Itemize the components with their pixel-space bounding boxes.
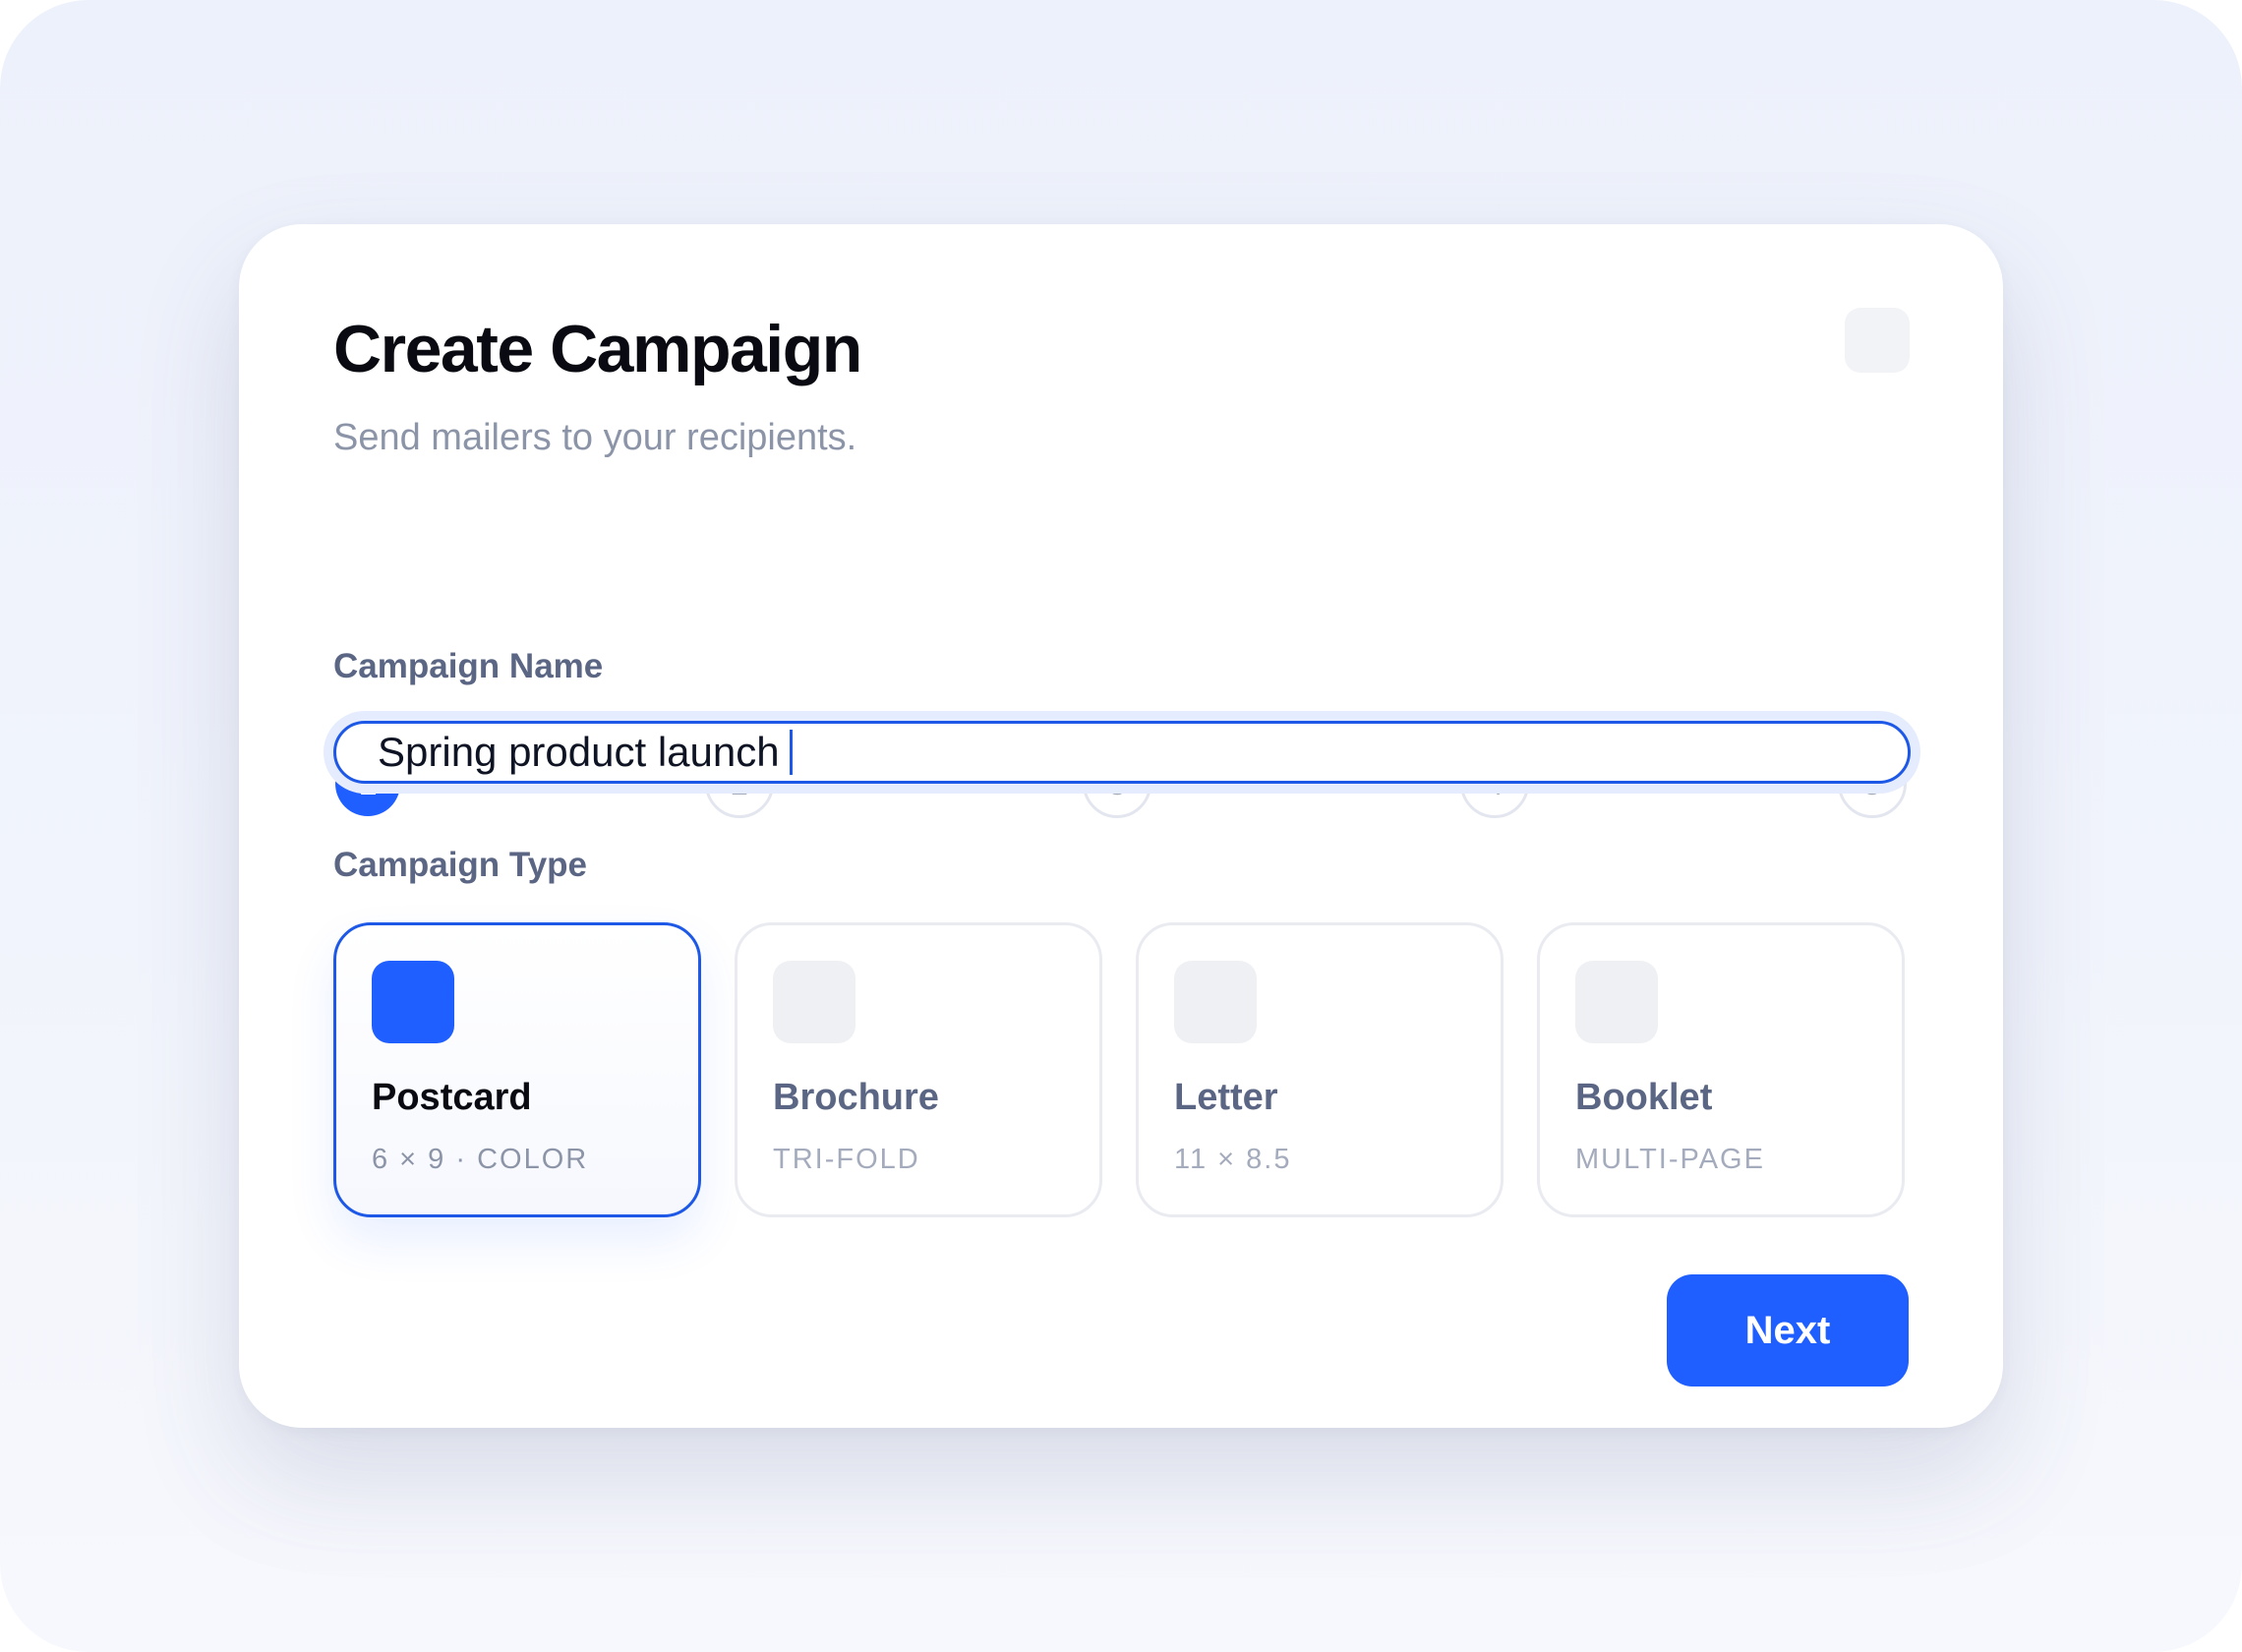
page-background: Create Campaign Send mailers to your rec… bbox=[0, 0, 2242, 1652]
booklet-icon bbox=[1575, 961, 1658, 1043]
brochure-icon bbox=[773, 961, 856, 1043]
type-card-detail: MULTI-PAGE bbox=[1575, 1144, 1765, 1175]
dialog-title: Create Campaign bbox=[333, 312, 862, 386]
type-card-detail: TRI-FOLD bbox=[773, 1144, 920, 1175]
type-card-postcard[interactable]: Postcard 6 × 9 · COLOR bbox=[333, 922, 701, 1217]
type-card-booklet[interactable]: Booklet MULTI-PAGE bbox=[1537, 922, 1905, 1217]
type-card-title: Letter bbox=[1174, 1077, 1278, 1118]
campaign-name-value: Spring product launch bbox=[378, 729, 780, 775]
letter-icon bbox=[1174, 961, 1257, 1043]
type-card-detail: 6 × 9 · COLOR bbox=[372, 1144, 589, 1175]
type-card-title: Booklet bbox=[1575, 1077, 1713, 1118]
close-button[interactable] bbox=[1845, 308, 1910, 373]
campaign-name-label: Campaign Name bbox=[333, 647, 604, 685]
next-button[interactable]: Next bbox=[1667, 1274, 1909, 1386]
type-card-brochure[interactable]: Brochure TRI-FOLD bbox=[735, 922, 1102, 1217]
campaign-type-label: Campaign Type bbox=[333, 846, 588, 884]
dialog-subtitle: Send mailers to your recipients. bbox=[333, 417, 857, 458]
postcard-icon bbox=[372, 961, 454, 1043]
campaign-name-input[interactable]: Spring product launch bbox=[333, 721, 1911, 784]
campaign-type-options: Postcard 6 × 9 · COLOR Brochure TRI-FOLD… bbox=[333, 922, 1911, 1217]
type-card-letter[interactable]: Letter 11 × 8.5 bbox=[1136, 922, 1504, 1217]
type-card-title: Postcard bbox=[372, 1077, 532, 1118]
type-card-title: Brochure bbox=[773, 1077, 939, 1118]
text-caret bbox=[789, 730, 793, 775]
create-campaign-dialog: Create Campaign Send mailers to your rec… bbox=[239, 224, 2003, 1428]
type-card-detail: 11 × 8.5 bbox=[1174, 1144, 1292, 1175]
